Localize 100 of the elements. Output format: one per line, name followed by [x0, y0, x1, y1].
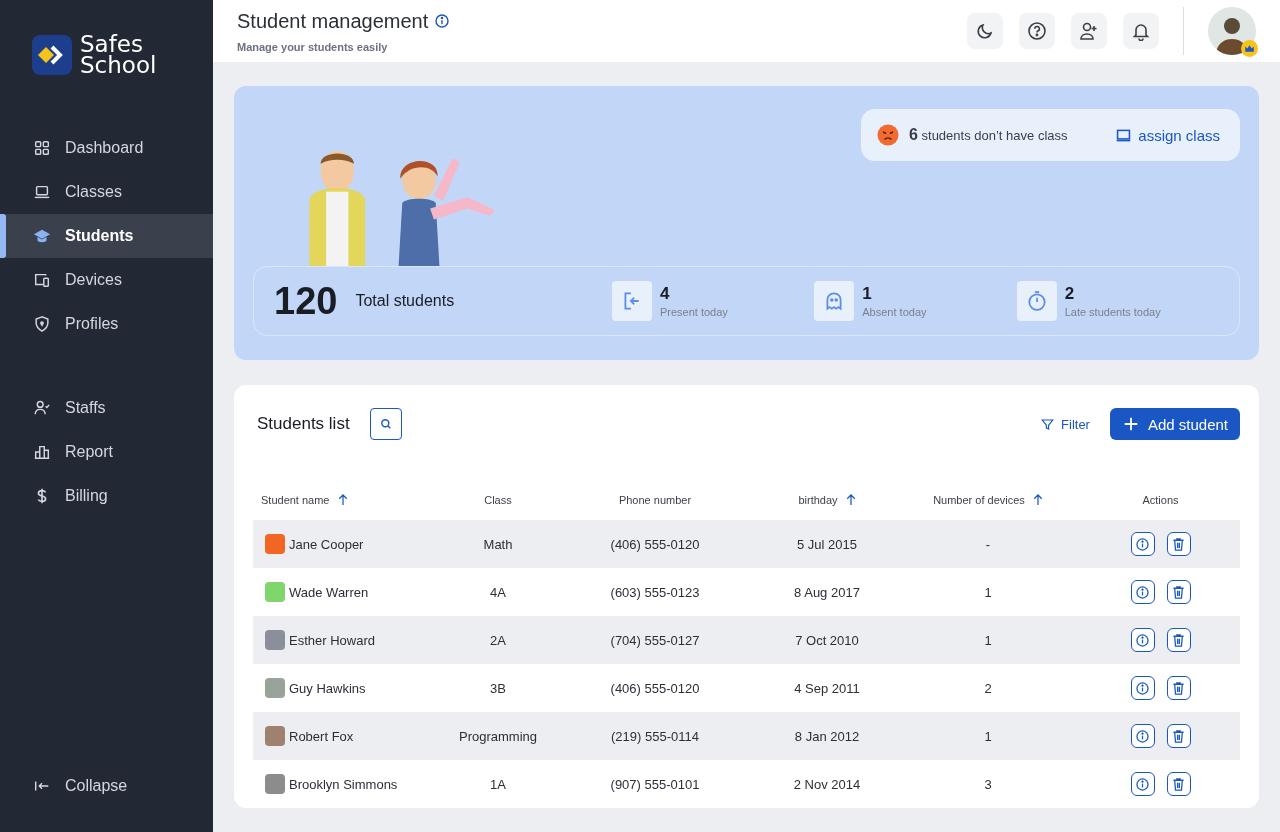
student-name: Jane Cooper	[289, 536, 364, 552]
stat-label: Present today	[659, 306, 728, 318]
angry-face-icon	[877, 124, 899, 146]
column-header: Class	[484, 494, 512, 506]
brand-name: School	[80, 55, 157, 76]
info-button[interactable]	[1130, 676, 1155, 700]
table-cell: 1	[984, 632, 992, 648]
delete-button[interactable]	[1166, 772, 1191, 796]
student-name: Wade Warren	[289, 584, 369, 600]
page-subtitle: Manage your students easily	[237, 40, 389, 53]
moon-icon	[975, 21, 995, 41]
table-cell: (406) 555-0120	[610, 680, 700, 696]
user-avatar[interactable]	[1208, 7, 1256, 55]
table-cell: Programming	[459, 728, 537, 744]
column-header[interactable]: birthday	[798, 494, 838, 506]
column-header[interactable]: Number of devices	[933, 494, 1025, 506]
sidebar-item[interactable]: Profiles	[0, 302, 213, 346]
bar-chart-icon	[33, 443, 51, 461]
table-cell: 1A	[490, 776, 506, 792]
toolbar-button[interactable]	[1123, 13, 1159, 49]
delete-button[interactable]	[1166, 676, 1191, 700]
stat-label: Absent today	[862, 306, 927, 318]
total-count: 120	[274, 279, 338, 323]
table-cell: 2A	[490, 632, 506, 648]
sidebar-item[interactable]: Staffs	[0, 386, 213, 430]
table-cell: (603) 555-0123	[610, 584, 700, 600]
table-cell: -	[985, 536, 991, 552]
search-button[interactable]	[369, 408, 402, 440]
delete-button[interactable]	[1166, 724, 1191, 748]
collapse-button[interactable]: Collapse	[0, 764, 213, 808]
table-cell: (907) 555-0101	[610, 776, 700, 792]
table-cell: 4A	[490, 584, 506, 600]
table-cell: 7 Oct 2010	[795, 632, 859, 648]
table-cell: 5 Jul 2015	[797, 536, 857, 552]
logo-icon	[32, 35, 72, 75]
add-student-button[interactable]: Add student	[1109, 408, 1240, 440]
sort-arrow-icon[interactable]	[1032, 494, 1043, 506]
column-header: Phone number	[618, 494, 692, 506]
trash-icon	[1170, 631, 1187, 649]
sidebar-item[interactable]: Students	[0, 214, 213, 258]
student-name: Brooklyn Simmons	[289, 776, 398, 792]
filter-icon	[1040, 416, 1056, 432]
student-avatar	[265, 726, 285, 746]
info-icon	[1134, 631, 1151, 649]
student-avatar	[265, 582, 285, 602]
table-cell: Math	[483, 536, 513, 552]
trash-icon	[1170, 583, 1187, 601]
filter-button[interactable]: Filter	[1040, 416, 1090, 432]
help-icon	[1027, 21, 1047, 41]
laptop-icon	[33, 183, 51, 201]
delete-button[interactable]	[1166, 532, 1191, 556]
trash-icon	[1170, 775, 1187, 793]
student-avatar	[265, 678, 285, 698]
stat-label: Late students today	[1064, 306, 1161, 318]
sidebar-item[interactable]: Dashboard	[0, 126, 213, 170]
info-button[interactable]	[1130, 532, 1155, 556]
table-cell: 1	[984, 584, 992, 600]
crown-icon	[1241, 40, 1258, 57]
total-label: Total students	[355, 292, 455, 310]
table-cell: 8 Jan 2012	[794, 728, 860, 744]
info-button[interactable]	[1130, 580, 1155, 604]
delete-button[interactable]	[1166, 580, 1191, 604]
toolbar-button[interactable]	[967, 13, 1003, 49]
sort-arrow-icon[interactable]	[337, 494, 348, 506]
assign-class-link[interactable]: assign class	[1115, 126, 1220, 144]
sidebar-item[interactable]: Billing	[0, 474, 213, 518]
table-cell: 3	[984, 776, 992, 792]
info-button[interactable]	[1130, 628, 1155, 652]
sidebar-item[interactable]: Devices	[0, 258, 213, 302]
stat-value: 2	[1064, 284, 1076, 304]
student-avatar	[265, 630, 285, 650]
info-icon	[1134, 679, 1151, 697]
info-icon	[1134, 535, 1151, 553]
stopwatch-icon	[1025, 290, 1048, 312]
sidebar-item[interactable]: Classes	[0, 170, 213, 214]
info-icon	[1134, 583, 1151, 601]
toolbar-button[interactable]	[1019, 13, 1055, 49]
sidebar-item[interactable]: Report	[0, 430, 213, 474]
bell-icon	[1131, 21, 1151, 41]
info-icon[interactable]	[434, 13, 451, 29]
student-name: Robert Fox	[289, 728, 354, 744]
page-title: Student management	[237, 9, 429, 33]
info-button[interactable]	[1130, 724, 1155, 748]
info-button[interactable]	[1130, 772, 1155, 796]
toolbar-button[interactable]	[1071, 13, 1107, 49]
shield-icon	[33, 315, 51, 333]
add-user-icon	[1079, 21, 1099, 41]
section-title: Students list	[257, 414, 350, 434]
delete-button[interactable]	[1166, 628, 1191, 652]
person-icon	[33, 399, 51, 417]
table-cell: 3B	[490, 680, 506, 696]
table-cell: 8 Aug 2017	[794, 584, 860, 600]
student-avatar	[265, 774, 285, 794]
info-icon	[1134, 775, 1151, 793]
grid-icon	[33, 139, 51, 157]
sort-arrow-icon[interactable]	[845, 494, 856, 506]
column-header[interactable]: Student name	[261, 494, 330, 506]
trash-icon	[1170, 727, 1187, 745]
table-cell: 1	[984, 728, 992, 744]
graduation-cap-icon	[33, 227, 51, 245]
